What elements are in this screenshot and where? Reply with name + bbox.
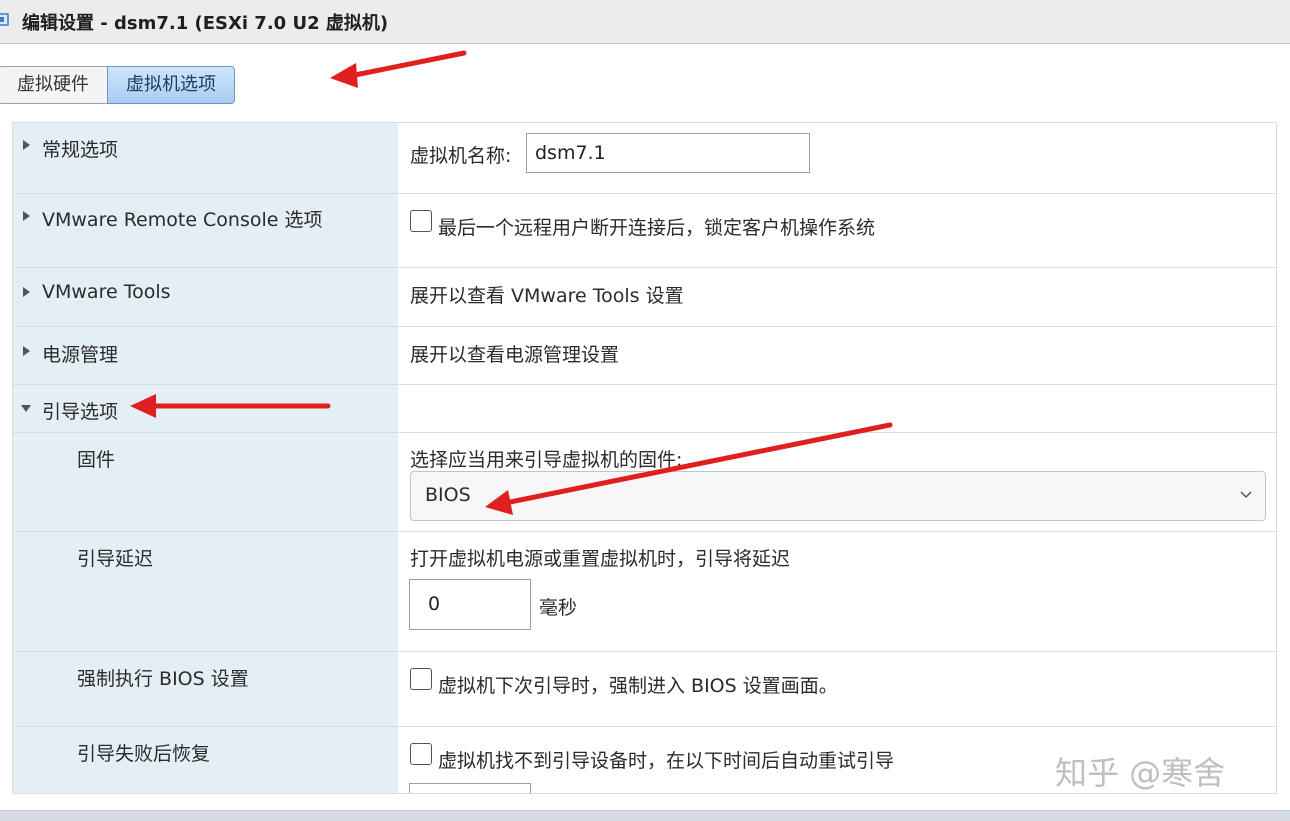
window-titlebar: 编辑设置 - dsm7.1 (ESXi 7.0 U2 虚拟机) bbox=[0, 0, 1290, 44]
row-power-management: 电源管理 展开以查看电源管理设置 bbox=[13, 327, 1276, 385]
section-header-vmrc[interactable]: VMware Remote Console 选项 bbox=[13, 194, 398, 267]
boot-delay-input[interactable]: 0 bbox=[409, 579, 531, 630]
vm-name-input[interactable]: dsm7.1 bbox=[526, 133, 810, 173]
tab-vm-options[interactable]: 虚拟机选项 bbox=[107, 66, 235, 104]
annotation-arrow-tab bbox=[330, 50, 467, 88]
tools-description: 展开以查看 VMware Tools 设置 bbox=[410, 285, 684, 307]
vm-icon bbox=[0, 13, 9, 26]
tab-bar: 虚拟硬件 虚拟机选项 bbox=[0, 66, 235, 104]
section-label-boot: 引导选项 bbox=[42, 401, 119, 423]
caret-right-icon[interactable] bbox=[23, 211, 30, 221]
caret-right-icon[interactable] bbox=[23, 140, 30, 150]
boot-delay-description: 打开虚拟机电源或重置虚拟机时，引导将延迟 bbox=[410, 548, 791, 570]
boot-delay-unit: 毫秒 bbox=[539, 597, 578, 619]
row-force-bios: 强制执行 BIOS 设置 虚拟机下次引导时，强制进入 BIOS 设置画面。 bbox=[13, 652, 1276, 727]
section-header-general[interactable]: 常规选项 bbox=[13, 123, 398, 193]
firmware-description: 选择应当用来引导虚拟机的固件: bbox=[410, 449, 683, 471]
dialog-footer bbox=[0, 810, 1290, 821]
watermark-text: 知乎 @寒舍 bbox=[1055, 754, 1226, 792]
vm-options-table: 常规选项 虚拟机名称: dsm7.1 VMware Remote Console… bbox=[12, 122, 1277, 794]
row-firmware: 固件 选择应当用来引导虚拟机的固件: BIOS bbox=[13, 433, 1276, 532]
row-boot-options: 引导选项 bbox=[13, 385, 1276, 433]
force-bios-checkbox-label: 虚拟机下次引导时，强制进入 BIOS 设置画面。 bbox=[438, 675, 838, 697]
caret-right-icon[interactable] bbox=[23, 346, 30, 356]
row-vmrc-options: VMware Remote Console 选项 最后一个远程用户断开连接后，锁… bbox=[13, 194, 1276, 268]
caret-right-icon[interactable] bbox=[23, 287, 30, 297]
firmware-label: 固件 bbox=[77, 449, 116, 471]
window-title: 编辑设置 - dsm7.1 (ESXi 7.0 U2 虚拟机) bbox=[22, 13, 389, 34]
chevron-down-icon bbox=[1240, 491, 1252, 499]
force-bios-checkbox[interactable] bbox=[410, 668, 432, 690]
row-vmware-tools: VMware Tools 展开以查看 VMware Tools 设置 bbox=[13, 268, 1276, 327]
firmware-select[interactable]: BIOS bbox=[410, 471, 1266, 521]
firmware-select-value: BIOS bbox=[425, 484, 471, 506]
row-boot-delay: 引导延迟 打开虚拟机电源或重置虚拟机时，引导将延迟 0 毫秒 bbox=[13, 532, 1276, 652]
boot-recovery-delay-input[interactable] bbox=[409, 783, 531, 793]
force-bios-label: 强制执行 BIOS 设置 bbox=[77, 668, 249, 690]
section-label-general: 常规选项 bbox=[42, 139, 119, 161]
section-label-vmrc: VMware Remote Console 选项 bbox=[42, 209, 323, 231]
boot-delay-label: 引导延迟 bbox=[77, 548, 154, 570]
lock-guest-label: 最后一个远程用户断开连接后，锁定客户机操作系统 bbox=[438, 217, 876, 239]
section-label-tools: VMware Tools bbox=[42, 281, 171, 303]
section-header-boot[interactable]: 引导选项 bbox=[13, 385, 398, 432]
lock-guest-checkbox[interactable] bbox=[410, 210, 432, 232]
boot-recovery-checkbox-label: 虚拟机找不到引导设备时，在以下时间后自动重试引导 bbox=[438, 750, 895, 772]
power-description: 展开以查看电源管理设置 bbox=[410, 344, 620, 366]
section-label-power: 电源管理 bbox=[42, 344, 119, 366]
tab-virtual-hardware[interactable]: 虚拟硬件 bbox=[0, 66, 107, 104]
section-header-power[interactable]: 电源管理 bbox=[13, 327, 398, 384]
section-header-tools[interactable]: VMware Tools bbox=[13, 268, 398, 326]
boot-recovery-checkbox[interactable] bbox=[410, 743, 432, 765]
caret-down-icon[interactable] bbox=[21, 405, 31, 412]
boot-recovery-label: 引导失败后恢复 bbox=[77, 743, 211, 765]
row-general-options: 常规选项 虚拟机名称: dsm7.1 bbox=[13, 123, 1276, 194]
vm-name-label: 虚拟机名称: bbox=[410, 145, 512, 167]
